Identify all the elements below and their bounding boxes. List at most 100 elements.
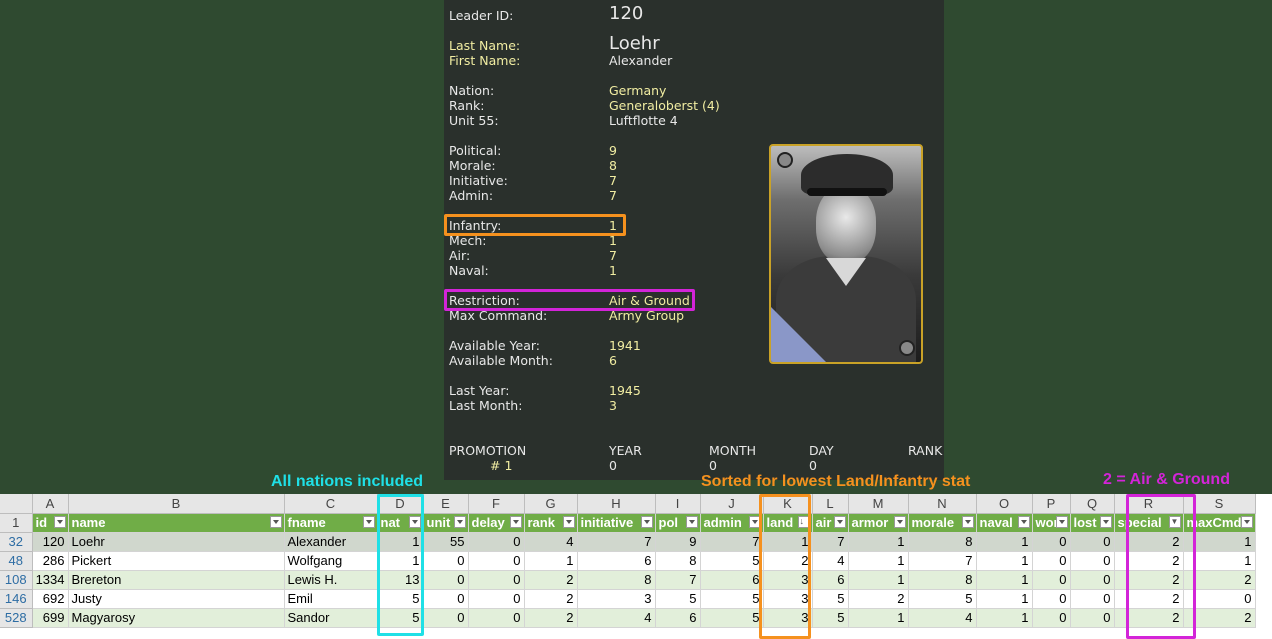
cell-admin[interactable]: 5: [700, 608, 764, 628]
cell-rank[interactable]: 2: [524, 608, 578, 628]
row-number[interactable]: 1: [0, 513, 33, 533]
column-header[interactable]: J: [700, 494, 764, 514]
column-header[interactable]: E: [423, 494, 469, 514]
cell-admin[interactable]: 6: [700, 570, 764, 590]
cell-pol[interactable]: 6: [655, 608, 701, 628]
cell-initiative[interactable]: 8: [577, 570, 656, 590]
cell-unit[interactable]: 0: [423, 589, 469, 609]
cell-naval[interactable]: 1: [976, 608, 1033, 628]
field-header-won[interactable]: won: [1032, 513, 1071, 533]
cell-armor[interactable]: 1: [848, 532, 909, 552]
field-header-name[interactable]: name: [68, 513, 285, 533]
cell-naval[interactable]: 1: [976, 551, 1033, 571]
filter-dropdown-icon[interactable]: [640, 515, 653, 528]
cell-naval[interactable]: 1: [976, 589, 1033, 609]
column-header[interactable]: L: [812, 494, 849, 514]
field-header-admin[interactable]: admin: [700, 513, 764, 533]
cell-won[interactable]: 0: [1032, 532, 1071, 552]
column-header[interactable]: M: [848, 494, 909, 514]
row-number[interactable]: 32: [0, 532, 33, 552]
cell-morale[interactable]: 8: [908, 570, 977, 590]
filter-dropdown-icon[interactable]: [1099, 515, 1112, 528]
cell-naval[interactable]: 1: [976, 570, 1033, 590]
cell-name[interactable]: Justy: [68, 589, 285, 609]
field-header-naval[interactable]: naval: [976, 513, 1033, 533]
cell-initiative[interactable]: 4: [577, 608, 656, 628]
cell-unit[interactable]: 0: [423, 608, 469, 628]
cell-pol[interactable]: 8: [655, 551, 701, 571]
cell-id[interactable]: 699: [32, 608, 69, 628]
filter-dropdown-icon[interactable]: [362, 515, 375, 528]
filter-dropdown-icon[interactable]: [453, 515, 466, 528]
cell-morale[interactable]: 8: [908, 532, 977, 552]
cell-won[interactable]: 0: [1032, 608, 1071, 628]
cell-initiative[interactable]: 3: [577, 589, 656, 609]
cell-unit[interactable]: 0: [423, 570, 469, 590]
column-header[interactable]: Q: [1070, 494, 1115, 514]
cell-air[interactable]: 4: [812, 551, 849, 571]
cell-morale[interactable]: 5: [908, 589, 977, 609]
cell-lost[interactable]: 0: [1070, 532, 1115, 552]
filter-dropdown-icon[interactable]: [893, 515, 906, 528]
cell-fname[interactable]: Alexander: [284, 532, 378, 552]
field-header-initiative[interactable]: initiative: [577, 513, 656, 533]
cell-lost[interactable]: 0: [1070, 608, 1115, 628]
cell-air[interactable]: 6: [812, 570, 849, 590]
cell-fname[interactable]: Lewis H.: [284, 570, 378, 590]
field-header-lost[interactable]: lost: [1070, 513, 1115, 533]
filter-dropdown-icon[interactable]: [509, 515, 522, 528]
cell-id[interactable]: 1334: [32, 570, 69, 590]
column-header[interactable]: I: [655, 494, 701, 514]
row-number[interactable]: 146: [0, 589, 33, 609]
filter-dropdown-icon[interactable]: [1055, 515, 1068, 528]
cell-rank[interactable]: 2: [524, 589, 578, 609]
cell-armor[interactable]: 1: [848, 608, 909, 628]
cell-fname[interactable]: Wolfgang: [284, 551, 378, 571]
column-header[interactable]: N: [908, 494, 977, 514]
column-header[interactable]: P: [1032, 494, 1071, 514]
cell-won[interactable]: 0: [1032, 570, 1071, 590]
cell-id[interactable]: 692: [32, 589, 69, 609]
cell-air[interactable]: 7: [812, 532, 849, 552]
cell-won[interactable]: 0: [1032, 589, 1071, 609]
cell-lost[interactable]: 0: [1070, 589, 1115, 609]
cell-air[interactable]: 5: [812, 608, 849, 628]
cell-admin[interactable]: 5: [700, 589, 764, 609]
filter-dropdown-icon[interactable]: [685, 515, 698, 528]
column-header[interactable]: B: [68, 494, 285, 514]
cell-delay[interactable]: 0: [468, 551, 525, 571]
field-header-morale[interactable]: morale: [908, 513, 977, 533]
cell-name[interactable]: Magyarosy: [68, 608, 285, 628]
cell-fname[interactable]: Sandor: [284, 608, 378, 628]
column-header[interactable]: O: [976, 494, 1033, 514]
field-header-armor[interactable]: armor: [848, 513, 909, 533]
cell-rank[interactable]: 1: [524, 551, 578, 571]
cell-morale[interactable]: 4: [908, 608, 977, 628]
filter-dropdown-icon[interactable]: [833, 515, 846, 528]
field-header-unit[interactable]: unit: [423, 513, 469, 533]
field-header-id[interactable]: id: [32, 513, 69, 533]
cell-unit[interactable]: 55: [423, 532, 469, 552]
cell-id[interactable]: 286: [32, 551, 69, 571]
cell-lost[interactable]: 0: [1070, 551, 1115, 571]
cell-rank[interactable]: 2: [524, 570, 578, 590]
cell-morale[interactable]: 7: [908, 551, 977, 571]
filter-dropdown-icon[interactable]: [562, 515, 575, 528]
row-number[interactable]: 48: [0, 551, 33, 571]
cell-pol[interactable]: 7: [655, 570, 701, 590]
cell-rank[interactable]: 4: [524, 532, 578, 552]
cell-delay[interactable]: 0: [468, 589, 525, 609]
select-all-corner[interactable]: [0, 494, 33, 514]
cell-air[interactable]: 5: [812, 589, 849, 609]
cell-delay[interactable]: 0: [468, 532, 525, 552]
cell-name[interactable]: Loehr: [68, 532, 285, 552]
column-header[interactable]: A: [32, 494, 69, 514]
cell-admin[interactable]: 5: [700, 551, 764, 571]
column-header[interactable]: F: [468, 494, 525, 514]
cell-pol[interactable]: 5: [655, 589, 701, 609]
cell-initiative[interactable]: 6: [577, 551, 656, 571]
filter-dropdown-icon[interactable]: [961, 515, 974, 528]
cell-name[interactable]: Brereton: [68, 570, 285, 590]
cell-admin[interactable]: 7: [700, 532, 764, 552]
column-header[interactable]: C: [284, 494, 378, 514]
